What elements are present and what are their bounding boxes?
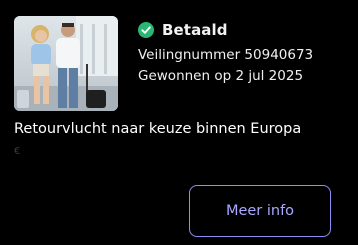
- product-thumbnail[interactable]: [14, 16, 118, 111]
- price-currency: €: [14, 146, 21, 157]
- auction-number: Veilingnummer 50940673: [138, 47, 314, 63]
- payment-status: Betaald: [138, 21, 228, 39]
- auction-card: Betaald Veilingnummer 50940673 Gewonnen …: [0, 0, 358, 245]
- more-info-button[interactable]: Meer info: [189, 185, 331, 237]
- travel-couple-image: [14, 16, 118, 111]
- status-label: Betaald: [162, 21, 228, 39]
- product-title[interactable]: Retourvlucht naar keuze binnen Europa: [14, 121, 301, 137]
- won-date: Gewonnen op 2 jul 2025: [138, 68, 304, 84]
- check-circle-icon: [138, 22, 154, 38]
